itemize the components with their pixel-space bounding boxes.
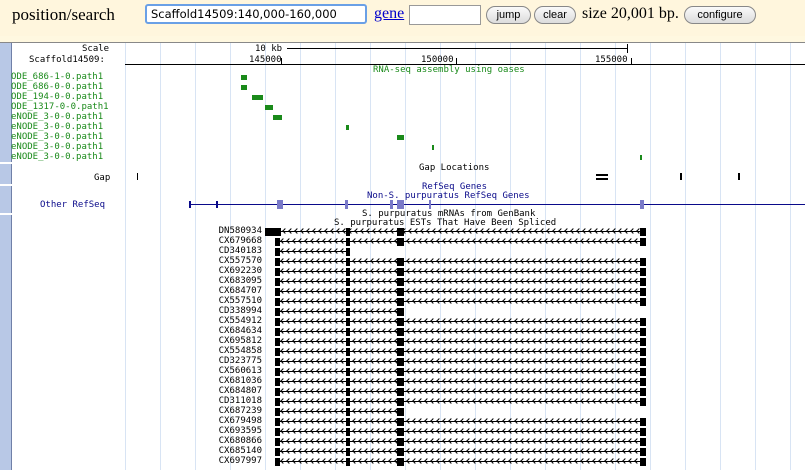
est-item-label[interactable]: DN580934 (212, 226, 262, 236)
rnaseq-feature[interactable] (640, 155, 642, 160)
est-item-label[interactable]: CX680866 (212, 436, 262, 446)
est-item-label[interactable]: CX554858 (212, 346, 262, 356)
gap-feature[interactable] (680, 173, 682, 180)
clear-button[interactable]: clear (534, 6, 576, 24)
gap-feature[interactable] (596, 174, 608, 176)
ruler-tick-label: 155000 (595, 55, 628, 65)
rnaseq-item-label[interactable]: ODE_686-0-0.path1 (11, 82, 103, 92)
est-item-label[interactable]: CX560613 (212, 366, 262, 376)
track-handle-refseq[interactable] (0, 186, 12, 213)
gene-link[interactable]: gene (374, 5, 404, 23)
scale-bar (287, 48, 627, 49)
est-item-label[interactable]: CX697997 (212, 456, 262, 466)
ruler-tick-label: 145000 (249, 55, 282, 65)
gap-feature[interactable] (596, 178, 608, 180)
position-search-input[interactable] (145, 4, 367, 24)
est-item-label[interactable]: CX554912 (212, 316, 262, 326)
rnaseq-feature[interactable] (241, 85, 247, 90)
ruler-tick-label: 150000 (421, 55, 454, 65)
est-item-label[interactable]: CX684707 (212, 286, 262, 296)
rnaseq-item-label[interactable]: eNODE_3-0-0.path1 (11, 142, 103, 152)
rnaseq-item-label[interactable]: ODE_686-1-0.path1 (11, 72, 103, 82)
est-item-label[interactable]: CX681036 (212, 376, 262, 386)
rnaseq-feature[interactable] (265, 105, 273, 110)
rnaseq-feature[interactable] (241, 75, 247, 80)
est-item-label[interactable]: CX679498 (212, 416, 262, 426)
scale-label: Scale (82, 44, 110, 54)
est-item-label[interactable]: CX692230 (212, 266, 262, 276)
position-search-bar: position/search gene jump clear size 20,… (0, 0, 805, 36)
est-item-label[interactable]: CX684634 (212, 326, 262, 336)
est-item-label[interactable]: CX693595 (212, 426, 262, 436)
other-refseq-label[interactable]: Other RefSeq (40, 200, 105, 210)
configure-button[interactable]: configure (684, 6, 756, 24)
est-item-label[interactable]: CX683095 (212, 276, 262, 286)
est-item-label[interactable]: CX679668 (212, 236, 262, 246)
rnaseq-item-label[interactable]: ODE_194-0-0.path1 (11, 92, 103, 102)
rnaseq-item-label[interactable]: eNODE_3-0-0.path1 (11, 112, 103, 122)
est-track-title: S. purpuratus ESTs That Have Been Splice… (334, 218, 557, 228)
est-item-label[interactable]: CD323775 (212, 356, 262, 366)
position-search-label: position/search (12, 5, 115, 24)
est-item-label[interactable]: CD311018 (212, 396, 262, 406)
track-handle-est[interactable] (0, 215, 12, 470)
est-item-label[interactable]: CX695812 (212, 336, 262, 346)
gap-feature[interactable] (137, 173, 138, 180)
browser-tracks: Scale 10 kb Scaffold14509: 145000 150000… (0, 42, 805, 470)
size-text: size 20,001 bp. (582, 5, 679, 22)
rnaseq-item-label[interactable]: ODE_1317-0-0.path1 (11, 102, 109, 112)
rnaseq-item-label[interactable]: eNODE_3-0-0.path1 (11, 132, 103, 142)
rnaseq-feature[interactable] (273, 115, 282, 120)
scale-value: 10 kb (255, 44, 283, 54)
est-item-label[interactable]: CX687239 (212, 406, 262, 416)
gap-feature[interactable] (738, 173, 740, 180)
est-item-label[interactable]: CX557570 (212, 256, 262, 266)
gap-track-title: Gap Locations (419, 163, 490, 173)
track-handle-gap[interactable] (0, 164, 12, 184)
jump-button[interactable]: jump (486, 6, 531, 24)
rnaseq-feature[interactable] (252, 95, 263, 100)
chrom-label: Scaffold14509: (29, 55, 105, 65)
rnaseq-feature[interactable] (432, 145, 434, 150)
rnaseq-item-label[interactable]: eNODE_3-0-0.path1 (11, 152, 103, 162)
gap-label[interactable]: Gap (94, 173, 110, 183)
rnaseq-item-label[interactable]: eNODE_3-0-0.path1 (11, 122, 103, 132)
est-item-label[interactable]: CX557510 (212, 296, 262, 306)
est-item-label[interactable]: CD340183 (212, 246, 262, 256)
rnaseq-feature[interactable] (346, 125, 349, 130)
est-item-label[interactable]: CD338994 (212, 306, 262, 316)
est-item-label[interactable]: CX684807 (212, 386, 262, 396)
gene-input[interactable] (409, 5, 481, 25)
est-item-label[interactable]: CX685140 (212, 446, 262, 456)
rnaseq-feature[interactable] (397, 135, 404, 140)
rnaseq-track-title: RNA-seq assembly using oases (373, 65, 525, 75)
